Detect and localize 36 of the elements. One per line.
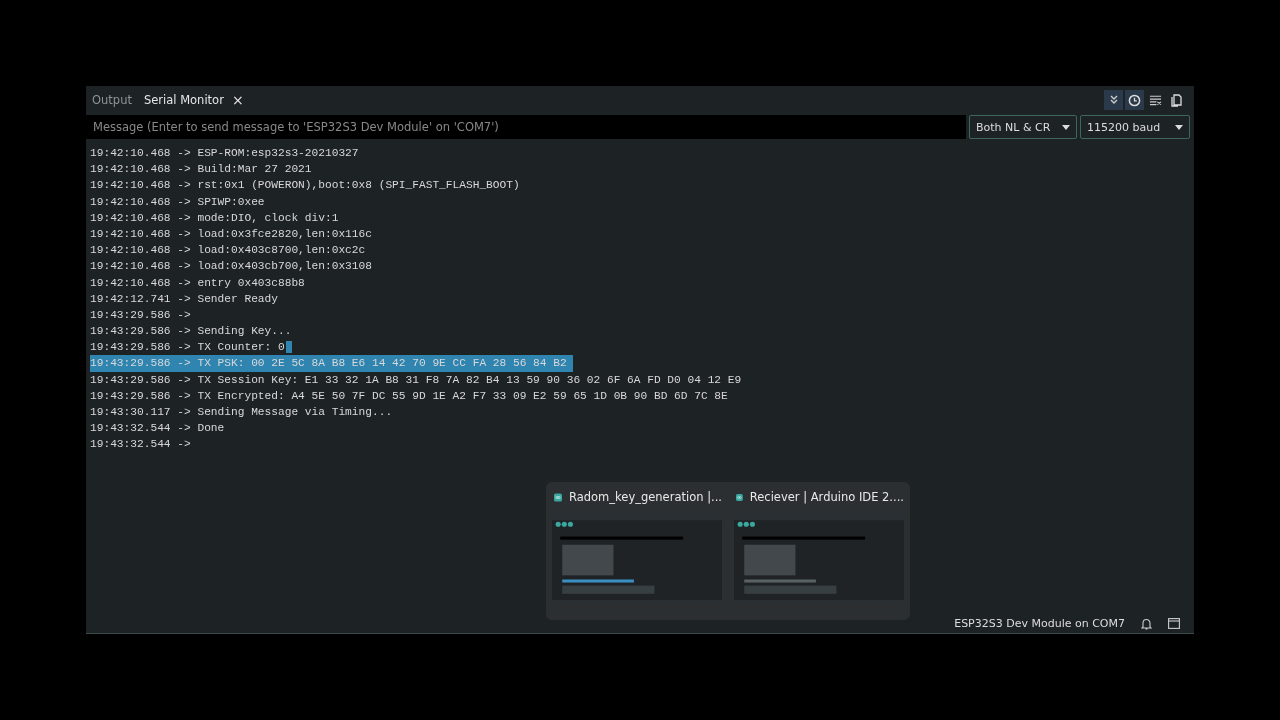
window-title[interactable]: Radom_key_generation |... bbox=[569, 490, 722, 504]
panel-icon[interactable] bbox=[1168, 618, 1180, 629]
log-line: 19:43:32.544 -> Done bbox=[90, 421, 225, 437]
log-line: 19:42:10.468 -> load:0x403cb700,len:0x3108 bbox=[90, 259, 372, 275]
message-input[interactable]: Message (Enter to send message to 'ESP32S3 Dev Module' on 'COM7') bbox=[86, 115, 966, 139]
log-line: 19:43:29.586 -> TX Counter: 0 bbox=[90, 340, 285, 356]
window-title[interactable]: Reciever | Arduino IDE 2.... bbox=[749, 490, 904, 504]
clear-icon bbox=[1149, 94, 1162, 106]
copy-icon bbox=[1171, 93, 1182, 107]
bell-icon[interactable] bbox=[1141, 617, 1152, 630]
log-line: 19:42:10.468 -> mode:DIO, clock div:1 bbox=[90, 210, 339, 226]
clock-icon bbox=[1128, 93, 1141, 107]
log-line: 19:42:10.468 -> rst:0x1 (POWERON),boot:0x8 (SPI_FAST_FLASH_BOOT) bbox=[90, 178, 520, 194]
log-line: 19:43:29.586 -> TX Session Key: E1 33 32 1A B8 31 F8 7A 82 B4 13 59 90 36 02 6F 6A FD D0 04 12 E9 bbox=[90, 372, 742, 388]
board-status[interactable]: ESP32S3 Dev Module on COM7 bbox=[954, 617, 1125, 630]
autoscroll-button[interactable] bbox=[1104, 90, 1123, 110]
log-line: 19:42:10.468 -> ESP-ROM:esp32s3-20210327 bbox=[90, 146, 359, 161]
tab[interactable]: Output bbox=[88, 89, 136, 111]
tab[interactable]: Serial Monitor × bbox=[139, 89, 248, 111]
log-line: 19:43:29.586 -> Sending Key... bbox=[90, 324, 292, 340]
line-ending-dropdown[interactable]: Both NL & CR bbox=[969, 115, 1077, 139]
log-line: 19:43:29.586 -> TX Encrypted: A4 5E 50 7F DC 55 9D 1E A2 F7 33 09 E2 59 65 1D 0B 90 BD 6D 7C 8E bbox=[90, 388, 728, 404]
log-line: 19:42:10.468 -> entry 0x403c88b8 bbox=[90, 275, 305, 291]
log-line: 19:43:29.586 -> bbox=[90, 307, 191, 323]
caret-icon bbox=[1175, 124, 1183, 130]
log-line: 19:42:12.741 -> Sender Ready bbox=[90, 291, 278, 307]
log-line: 19:42:10.468 -> Build:Mar 27 2021 bbox=[90, 162, 312, 178]
log-line: 19:42:10.468 -> load:0x3fce2820,len:0x116c bbox=[90, 226, 372, 242]
clock-button[interactable] bbox=[1125, 90, 1144, 110]
baud-rate-dropdown[interactable]: 115200 baud bbox=[1080, 115, 1190, 139]
log-line: 19:42:10.468 -> load:0x403c8700,len:0xc2c bbox=[90, 243, 366, 259]
log-line: 19:43:30.117 -> Sending Message via Timing... bbox=[90, 405, 393, 420]
close-button[interactable]: × bbox=[231, 93, 244, 107]
log-line: 19:43:32.544 -> bbox=[90, 437, 191, 453]
log-line: 19:42:10.468 -> SPIWP:0xee bbox=[90, 194, 265, 210]
caret-icon bbox=[1062, 124, 1070, 130]
